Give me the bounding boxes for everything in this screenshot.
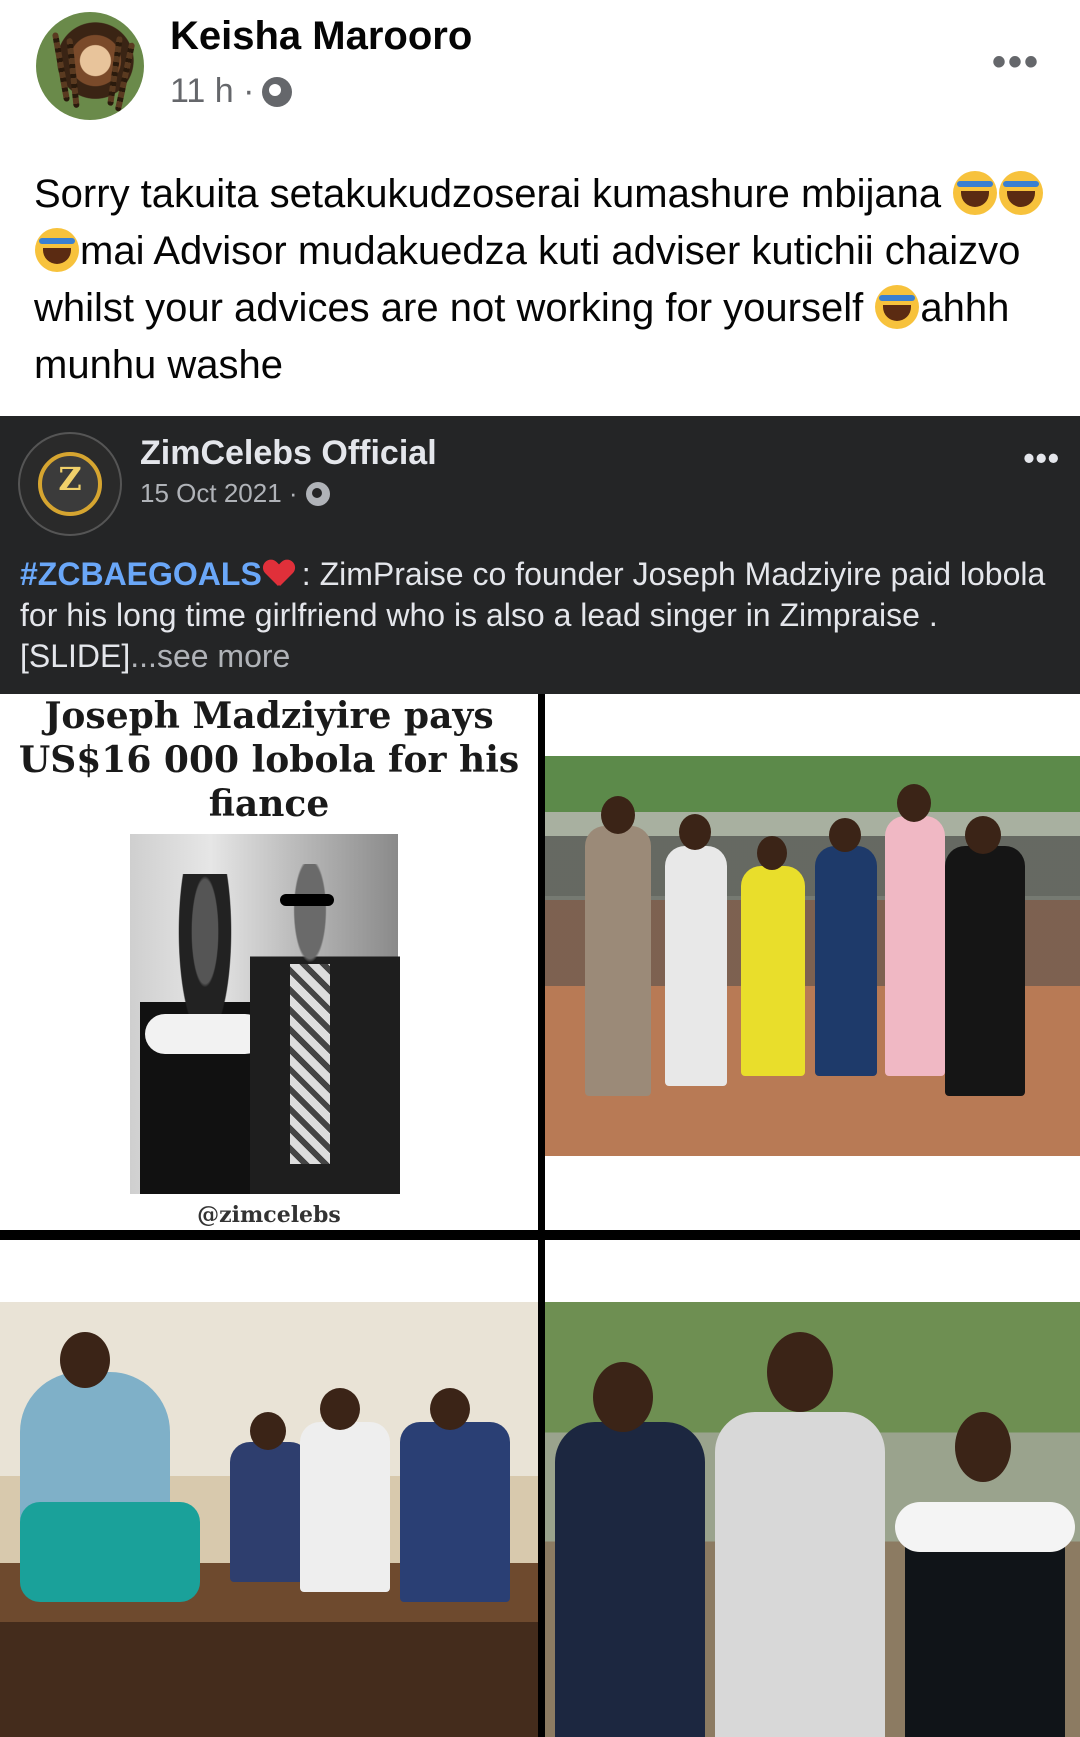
headline-text: Joseph Madziyire pays US$16 000 lobola f… (18, 695, 520, 825)
shared-post-header: Z ZimCelebs Official 15 Oct 2021 · ••• #… (0, 416, 1080, 694)
post-header: Keisha Marooro 11 h · ••• (0, 0, 1080, 140)
tears-of-joy-icon (35, 228, 79, 272)
watermark: @zimcelebs (197, 1202, 341, 1228)
photo-tile-trio[interactable] (545, 1240, 1080, 1737)
globe-icon (305, 481, 330, 506)
tears-of-joy-icon (875, 285, 920, 329)
shared-date[interactable]: 15 Oct 2021 · (140, 478, 298, 509)
post-text: Sorry takuita setakukudzoserai kumashure… (34, 166, 1054, 394)
post-meta: 11 h · (170, 72, 293, 111)
more-options-icon[interactable]: ••• (1023, 442, 1060, 474)
tears-of-joy-icon (953, 171, 998, 215)
man-figure (250, 864, 400, 1194)
shared-post[interactable]: Z ZimCelebs Official 15 Oct 2021 · ••• #… (0, 416, 1080, 1737)
page-name[interactable]: ZimCelebs Official (140, 434, 437, 473)
meeting-photo (0, 1302, 538, 1737)
shared-meta: 15 Oct 2021 · (140, 478, 330, 509)
post-text-part: mai Advisor mudakuedza kuti adviser kuti… (34, 229, 1021, 330)
photo-tile-meeting[interactable] (0, 1240, 538, 1737)
author-avatar[interactable] (36, 12, 144, 120)
post-text-part: Sorry takuita setakukudzoserai kumashure… (34, 172, 953, 216)
couple-photo (130, 834, 400, 1194)
photo-tile-headline[interactable]: Joseph Madziyire pays US$16 000 lobola f… (0, 694, 538, 1230)
group-photo (545, 756, 1080, 1156)
page-avatar[interactable]: Z (18, 432, 122, 536)
red-heart-icon (264, 560, 294, 588)
globe-icon (262, 76, 293, 107)
post-time[interactable]: 11 h · (170, 72, 254, 111)
hashtag-link[interactable]: #ZCBAEGOALS (20, 556, 262, 592)
photo-tile-group[interactable] (545, 694, 1080, 1230)
avatar-letter: Z (58, 460, 82, 498)
more-options-icon[interactable]: ••• (992, 42, 1040, 82)
tears-of-joy-icon (999, 171, 1044, 215)
trio-photo (545, 1302, 1080, 1737)
author-name[interactable]: Keisha Marooro (170, 14, 472, 59)
shared-text: #ZCBAEGOALS: ZimPraise co founder Joseph… (20, 554, 1065, 677)
see-more-link[interactable]: ...see more (130, 638, 290, 674)
